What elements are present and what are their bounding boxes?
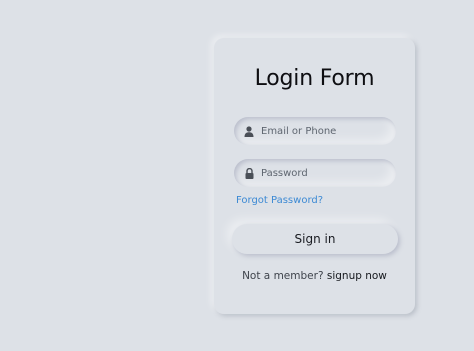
forgot-password-link[interactable]: Forgot Password? — [236, 195, 323, 206]
email-input[interactable] — [261, 125, 381, 137]
signup-prompt: Not a member? — [242, 270, 324, 282]
signup-row: Not a member? signup now — [214, 270, 415, 282]
lock-icon — [244, 167, 254, 179]
user-icon — [244, 125, 254, 137]
password-field[interactable] — [234, 159, 396, 187]
page: Login Form Forgot Password? Sign in — [0, 0, 474, 351]
email-field[interactable] — [234, 117, 396, 145]
signup-link[interactable]: signup now — [327, 270, 387, 282]
sign-in-button[interactable]: Sign in — [232, 224, 398, 254]
form-title: Login Form — [254, 66, 375, 91]
login-card: Login Form Forgot Password? Sign in — [214, 38, 415, 314]
password-input[interactable] — [261, 167, 381, 179]
